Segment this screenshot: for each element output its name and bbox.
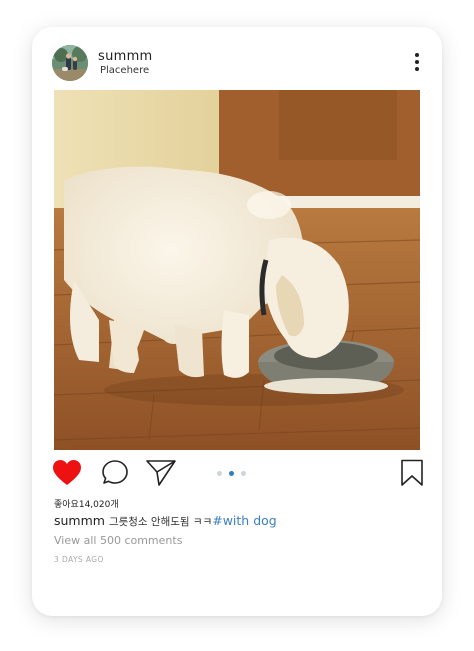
avatar-image [52, 45, 88, 81]
likes-count[interactable]: 좋아요14,020개 [54, 497, 119, 510]
post-username[interactable]: summm [98, 49, 153, 64]
send-icon[interactable] [145, 459, 177, 487]
caption-text: 그릇청소 안해도됨 ㅋㅋ [108, 516, 213, 528]
caption-username[interactable]: summm [54, 513, 105, 528]
post-photo[interactable] [54, 90, 420, 450]
carousel-dot [241, 471, 246, 476]
post-timestamp: 3 DAYS AGO [54, 555, 104, 564]
bookmark-icon[interactable] [400, 459, 424, 487]
carousel-dot-active [229, 471, 234, 476]
post-actions [52, 459, 424, 489]
caption-hashtag[interactable]: #with dog [212, 513, 276, 528]
view-comments-link[interactable]: View all 500 comments [54, 534, 182, 547]
carousel-dot [217, 471, 222, 476]
avatar[interactable] [52, 45, 88, 81]
comment-icon[interactable] [101, 459, 129, 487]
heart-icon[interactable] [52, 459, 82, 487]
more-vertical-icon[interactable] [412, 53, 422, 73]
post-location[interactable]: Placehere [100, 65, 149, 76]
post-caption: summm 그릇청소 안해도됨 ㅋㅋ#with dog [54, 513, 277, 529]
post-card: summm Placehere 좋아요14,020개 summm 그릇청소 안해… [32, 27, 442, 616]
post-header: summm Placehere [52, 45, 422, 83]
post-image [54, 90, 420, 450]
